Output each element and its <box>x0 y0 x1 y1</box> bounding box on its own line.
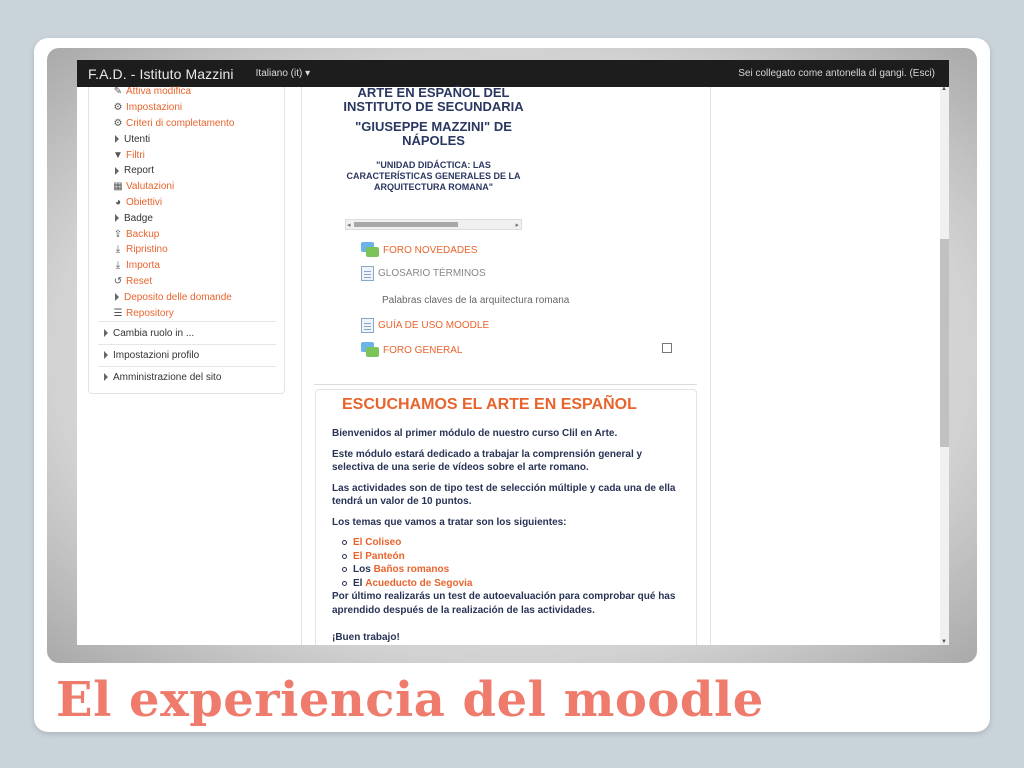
scroll-right-icon[interactable]: ▸ <box>515 221 519 229</box>
scroll-down-icon[interactable]: ▼ <box>941 639 947 645</box>
topic-paragraph: Las actividades son de tipo test de sele… <box>332 482 676 508</box>
bullet-icon <box>342 553 347 559</box>
topic-paragraph: ¡Buen trabajo! <box>332 632 400 643</box>
list-item: El Panteón <box>342 550 682 564</box>
scroll-thumb[interactable] <box>354 222 458 227</box>
list-item: El Coliseo <box>342 536 682 550</box>
glossary-icon <box>361 266 374 281</box>
topic-summary: Bienvenidos al primer módulo de nuestro … <box>332 427 682 645</box>
scroll-up-icon[interactable]: ▲ <box>941 86 947 92</box>
administration-block: ✎ Attiva modifica ⚙ Impostazioni ⚙ Criteri … <box>88 84 285 394</box>
bullet-icon <box>342 540 347 546</box>
language-label: Italiano (it) <box>255 68 303 79</box>
slide-title: El experiencia del moodle <box>56 672 764 728</box>
document-icon <box>361 318 374 333</box>
admin-item-ripristino[interactable]: ⤓ Ripristino <box>111 242 234 258</box>
course-heading-2: "GIUSEPPE MAZZINI" DE NÁPOLES <box>355 119 512 148</box>
scroll-left-icon[interactable]: ◂ <box>347 221 351 229</box>
course-heading-1: ARTE EN ESPAÑOL DEL INSTITUTO DE SECUNDA… <box>343 85 524 114</box>
topic-link[interactable]: Baños romanos <box>374 563 450 577</box>
topic-paragraph: Bienvenidos al primer módulo de nuestro … <box>332 428 618 439</box>
activity-guia[interactable]: GUÍA DE USO MOODLE <box>361 318 489 333</box>
activity-foro-general[interactable]: FORO GENERAL <box>361 342 462 358</box>
section-profile-settings[interactable]: Impostazioni profilo <box>100 345 275 365</box>
separator <box>98 321 276 322</box>
triangle-icon <box>104 351 108 359</box>
section-divider <box>314 384 697 385</box>
admin-item-filtri[interactable]: ▼ Filtri <box>111 147 234 163</box>
target-icon: ◕ <box>114 196 122 208</box>
admin-item-reset[interactable]: ↺ Reset <box>111 274 234 290</box>
course-header: ARTE EN ESPAÑOL DEL INSTITUTO DE SECUNDA… <box>341 86 526 193</box>
site-brand[interactable]: F.A.D. - Istituto Mazzini <box>88 66 234 82</box>
import-icon: ⤓ <box>115 260 121 272</box>
forum-icon <box>361 342 379 358</box>
navbar: F.A.D. - Istituto Mazzini Italiano (it) … <box>77 60 949 87</box>
pencil-icon: ✎ <box>113 86 123 98</box>
vertical-scrollbar[interactable]: ▲ ▼ <box>940 86 949 645</box>
admin-item-badge[interactable]: Badge <box>111 210 234 226</box>
completion-checkbox[interactable] <box>662 343 672 353</box>
filter-icon: ▼ <box>113 149 123 161</box>
upload-icon: ⇪ <box>113 228 123 240</box>
triangle-icon <box>115 135 119 144</box>
topic-paragraph: Este módulo estará dedicado a trabajar l… <box>332 448 643 474</box>
triangle-icon <box>104 329 108 337</box>
topic-paragraph: Los temas que vamos a tratar son los sig… <box>332 516 567 528</box>
column-border <box>710 87 711 645</box>
scroll-thumb[interactable] <box>940 239 949 447</box>
table-icon: ▦ <box>113 181 123 193</box>
topic-link[interactable]: Acueducto de Segovia <box>365 577 472 591</box>
admin-item-repository[interactable]: ☰ Repository <box>111 305 234 321</box>
admin-item-criteri[interactable]: ⚙ Criteri di completamento <box>111 116 235 132</box>
activity-glosario[interactable]: GLOSARIO TÉRMINOS <box>361 266 486 281</box>
admin-item-deposito[interactable]: Deposito delle domande <box>111 289 234 305</box>
section-site-admin[interactable]: Amministrazione del sito <box>100 367 275 387</box>
list-item: El Acueducto de Segovia <box>342 577 682 591</box>
admin-item-utenti[interactable]: Utenti <box>111 131 234 147</box>
glossary-description: Palabras claves de la arquitectura roman… <box>382 295 570 306</box>
triangle-icon <box>115 166 119 175</box>
reset-icon: ↺ <box>113 275 123 287</box>
horizontal-scrollbar[interactable]: ◂ ▸ <box>345 219 522 230</box>
admin-item-attiva-modifica[interactable]: ✎ Attiva modifica <box>111 84 234 100</box>
download-icon: ⤓ <box>115 244 121 256</box>
forum-icon <box>361 242 379 258</box>
activity-foro-novedades[interactable]: FORO NOVEDADES <box>361 242 477 258</box>
admin-item-obiettivi[interactable]: ◕ Obiettivi <box>111 195 234 211</box>
admin-item-backup[interactable]: ⇪ Backup <box>111 226 234 242</box>
gear-icon: ⚙ <box>113 117 123 129</box>
login-info[interactable]: Sei collegato come antonella di gangi. (… <box>738 68 935 79</box>
section-change-role[interactable]: Cambia ruolo in ... <box>100 323 275 343</box>
topic-link[interactable]: El Panteón <box>353 550 405 564</box>
triangle-icon <box>104 373 108 381</box>
topic-link[interactable]: El Coliseo <box>353 536 401 550</box>
topic-list: El Coliseo El Panteón Los Baños romanos … <box>342 536 682 590</box>
bullet-icon <box>342 580 347 586</box>
admin-item-importa[interactable]: ⤓ Importa <box>111 258 234 274</box>
bullet-icon <box>342 567 347 573</box>
database-icon: ☰ <box>113 307 123 319</box>
gear-icon: ⚙ <box>113 102 123 114</box>
triangle-icon <box>115 293 119 302</box>
topic-title: ESCUCHAMOS EL ARTE EN ESPAÑOL <box>342 396 637 413</box>
column-border <box>301 87 302 645</box>
admin-item-report[interactable]: Report <box>111 163 234 179</box>
triangle-icon <box>115 214 119 223</box>
browser-viewport: F.A.D. - Istituto Mazzini Italiano (it) … <box>77 60 949 645</box>
admin-menu: ✎ Attiva modifica ⚙ Impostazioni ⚙ Criteri … <box>111 84 234 321</box>
admin-item-impostazioni[interactable]: ⚙ Impostazioni <box>111 100 234 116</box>
list-item: Los Baños romanos <box>342 563 682 577</box>
language-menu[interactable]: Italiano (it) ▾ <box>256 68 311 79</box>
course-heading-3: "UNIDAD DIDÁCTICA: LAS CARACTERÍSTICAS G… <box>346 160 521 192</box>
admin-item-valutazioni[interactable]: ▦ Valutazioni <box>111 179 234 195</box>
topic-paragraph: Por último realizarás un test de autoeva… <box>332 591 676 616</box>
